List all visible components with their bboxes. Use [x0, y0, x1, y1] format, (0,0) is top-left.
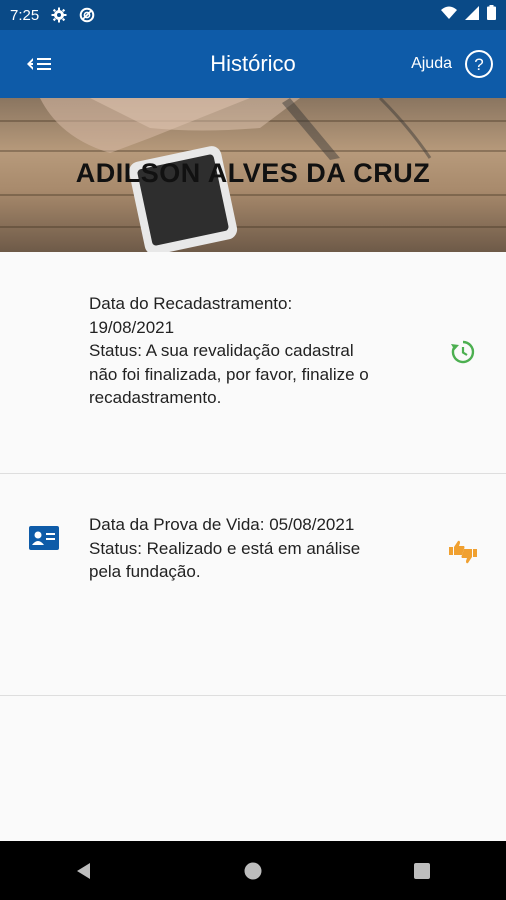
card-line: Data do Recadastramento:	[89, 294, 293, 313]
card-line: Status: Realizado e está em análise	[89, 538, 361, 558]
card-line: 19/08/2021	[89, 317, 175, 337]
nav-recents-button[interactable]	[392, 851, 452, 891]
prova-de-vida-card[interactable]: Data da Prova de Vida: 05/08/2021 Status…	[0, 474, 506, 696]
card-line: pela fundação.	[89, 562, 201, 581]
circle-slash-icon	[79, 7, 95, 23]
hero-banner: ADILSON ALVES DA CRUZ	[0, 98, 506, 252]
back-triangle-icon	[77, 862, 91, 879]
battery-icon	[487, 5, 496, 25]
history-refresh-icon[interactable]	[448, 337, 478, 367]
wifi-icon	[441, 6, 457, 25]
nav-back-button[interactable]	[54, 851, 114, 891]
recents-square-icon	[413, 862, 430, 879]
help-label: Ajuda	[411, 55, 452, 72]
card-line: Status: A sua revalidação cadastral	[89, 341, 354, 360]
app-bar: Histórico Ajuda ?	[0, 30, 506, 98]
gear-icon	[51, 7, 67, 23]
card-line: recadastramento.	[89, 388, 222, 407]
recadastramento-card[interactable]: Data do Recadastramento: 19/08/2021 Stat…	[0, 53, 506, 474]
card-line: não foi finalizada, por favor, finalize …	[89, 364, 369, 384]
thumbs-up-down-icon[interactable]	[448, 537, 478, 567]
system-nav-bar	[0, 841, 506, 900]
id-card-icon	[28, 522, 60, 554]
home-circle-icon	[244, 862, 262, 879]
question-circle-icon: ?	[465, 50, 493, 78]
help-button[interactable]: Ajuda ?	[411, 47, 494, 81]
recadastramento-text: Data do Recadastramento: 19/08/2021 Stat…	[89, 292, 419, 410]
card-line: Data da Prova de Vida: 05/08/2021	[89, 515, 355, 534]
svg-text:?: ?	[474, 55, 483, 74]
user-name: ADILSON ALVES DA CRUZ	[75, 158, 431, 188]
nav-home-button[interactable]	[223, 851, 283, 891]
status-bar: 7:25	[0, 0, 506, 30]
prova-de-vida-text: Data da Prova de Vida: 05/08/2021 Status…	[89, 513, 419, 584]
status-time: 7:25	[10, 6, 40, 24]
signal-icon	[465, 5, 479, 25]
document-list-icon	[28, 49, 60, 81]
